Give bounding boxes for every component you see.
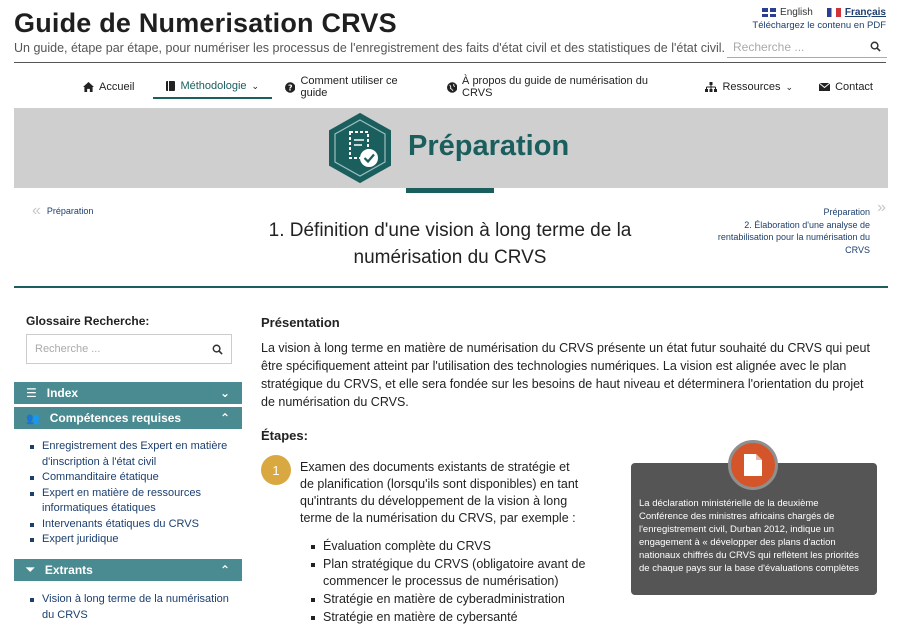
sidebar-index-toggle[interactable]: ☰ Index ⌄ (14, 382, 242, 404)
page-title: 1. Définition d'une vision à long terme … (268, 220, 632, 268)
skills-list: Enregistrement des Expert en matière d'i… (30, 439, 240, 548)
banner-underline (406, 188, 494, 193)
home-icon (83, 82, 94, 92)
list-item[interactable]: Enregistrement des Expert en matière d'i… (30, 439, 240, 470)
uk-flag-icon (762, 8, 777, 17)
list-item[interactable]: Commanditaire étatique (30, 470, 240, 486)
sidebar-outputs-label: Extrants (44, 563, 93, 577)
sidebar-index-label: Index (46, 386, 79, 400)
sidebar-outputs-toggle[interactable]: ⏷ Extrants ⌃ (14, 559, 242, 581)
svg-text:?: ? (288, 83, 293, 92)
lang-english-link[interactable]: English (762, 7, 813, 18)
step-bullet-list: Évaluation complète du CRVS Plan stratég… (309, 538, 589, 627)
sitemap-icon (705, 82, 718, 92)
sidebar-skills-label: Compétences requises (49, 411, 182, 425)
chevron-down-icon: ⌄ (251, 80, 260, 91)
list-item[interactable]: Expert en matière de ressources informat… (30, 486, 240, 517)
list-item[interactable]: Vision à long terme de la numérisation d… (30, 592, 240, 623)
lang-french-label: Français (844, 7, 886, 18)
list-item[interactable]: Expert juridique (30, 532, 240, 548)
content-divider (14, 286, 888, 288)
lang-english-label: English (780, 7, 813, 18)
funnel-icon: ⏷ (26, 563, 35, 576)
next-page-link[interactable]: Préparation 2. Élaboration d'une analyse… (710, 206, 870, 256)
nav-accueil[interactable]: Accueil (70, 75, 147, 99)
nav-contact[interactable]: Contact (806, 75, 886, 99)
presentation-heading: Présentation (261, 315, 340, 330)
book-icon (166, 81, 176, 91)
glossary-search-input[interactable]: Recherche ... (26, 334, 232, 364)
callout-text: La déclaration ministérielle de la deuxi… (639, 498, 859, 574)
list-item[interactable]: Intervenants étatiques du CRVS (30, 517, 240, 533)
chevron-down-icon: ⌄ (785, 81, 794, 92)
site-subtitle: Un guide, étape par étape, pour numérise… (14, 41, 726, 55)
banner-title: Préparation (408, 130, 570, 162)
next-page-label: 2. Élaboration d'une analyse de rentabil… (717, 219, 870, 255)
search-icon[interactable] (212, 344, 223, 355)
globe-icon (446, 81, 458, 93)
pdf-download-link[interactable]: Téléchargez le contenu en PDF (752, 20, 886, 31)
chevron-up-icon: ⌃ (219, 411, 230, 425)
lang-french-link[interactable]: Français (826, 7, 886, 18)
nav-methodologie-label: Méthodologie (180, 80, 247, 92)
prev-page-label: Préparation (46, 206, 94, 216)
list-item: Plan stratégique du CRVS (obligatoire av… (309, 556, 589, 590)
question-icon: ? (285, 81, 296, 93)
chevron-right-icon[interactable]: » (877, 200, 886, 216)
header-divider (14, 62, 886, 63)
nav-a-propos[interactable]: À propos du guide de numérisation du CRV… (434, 75, 683, 99)
list-item: Évaluation complète du CRVS (309, 538, 589, 555)
nav-comment-utiliser-label: Comment utiliser ce guide (300, 75, 398, 99)
chevron-down-icon: ⌄ (219, 386, 230, 400)
nav-ressources[interactable]: Ressources ⌄ (692, 75, 806, 99)
glossary-label: Glossaire Recherche: (26, 314, 150, 328)
chevron-up-icon: ⌃ (219, 563, 230, 577)
prev-page-link[interactable]: « Préparation (32, 202, 94, 219)
nav-ressources-label: Ressources (722, 81, 781, 93)
header-search-placeholder: Recherche ... (733, 39, 805, 54)
next-section-label: Préparation (823, 207, 870, 217)
step-text: Examen des documents existants de straté… (300, 460, 579, 525)
chevron-left-icon: « (32, 202, 41, 219)
search-icon[interactable] (870, 41, 881, 52)
sidebar-skills-toggle[interactable]: 👥 Compétences requises ⌃ (14, 407, 242, 429)
site-title[interactable]: Guide de Numerisation CRVS (14, 8, 397, 39)
checklist-hexagon-icon (329, 112, 391, 184)
step-number-badge: 1 (261, 455, 291, 485)
glossary-search-placeholder: Recherche ... (35, 343, 101, 355)
presentation-text: La vision à long terme en matière de num… (261, 341, 870, 409)
nav-a-propos-label: À propos du guide de numérisation du CRV… (462, 75, 648, 99)
document-icon (728, 440, 778, 490)
language-switcher: English Français (762, 7, 886, 18)
nav-contact-label: Contact (835, 81, 873, 93)
steps-heading: Étapes: (261, 428, 308, 443)
list-item: Stratégie en matière de cybersanté (309, 609, 589, 626)
nav-comment-utiliser[interactable]: ? Comment utiliser ce guide (272, 75, 434, 99)
users-icon: 👥 (26, 412, 40, 425)
france-flag-icon (826, 8, 841, 17)
header-search-input[interactable]: Recherche ... (727, 36, 887, 58)
outputs-list: Vision à long terme de la numérisation d… (30, 592, 240, 623)
list-icon: ☰ (26, 386, 37, 400)
nav-methodologie[interactable]: Méthodologie ⌄ (153, 75, 273, 99)
main-navigation: Accueil Méthodologie ⌄ ? Comment utilise… (70, 74, 886, 100)
nav-accueil-label: Accueil (99, 81, 135, 93)
list-item: Stratégie en matière de cyberadministrat… (309, 591, 589, 608)
envelope-icon (819, 83, 831, 91)
